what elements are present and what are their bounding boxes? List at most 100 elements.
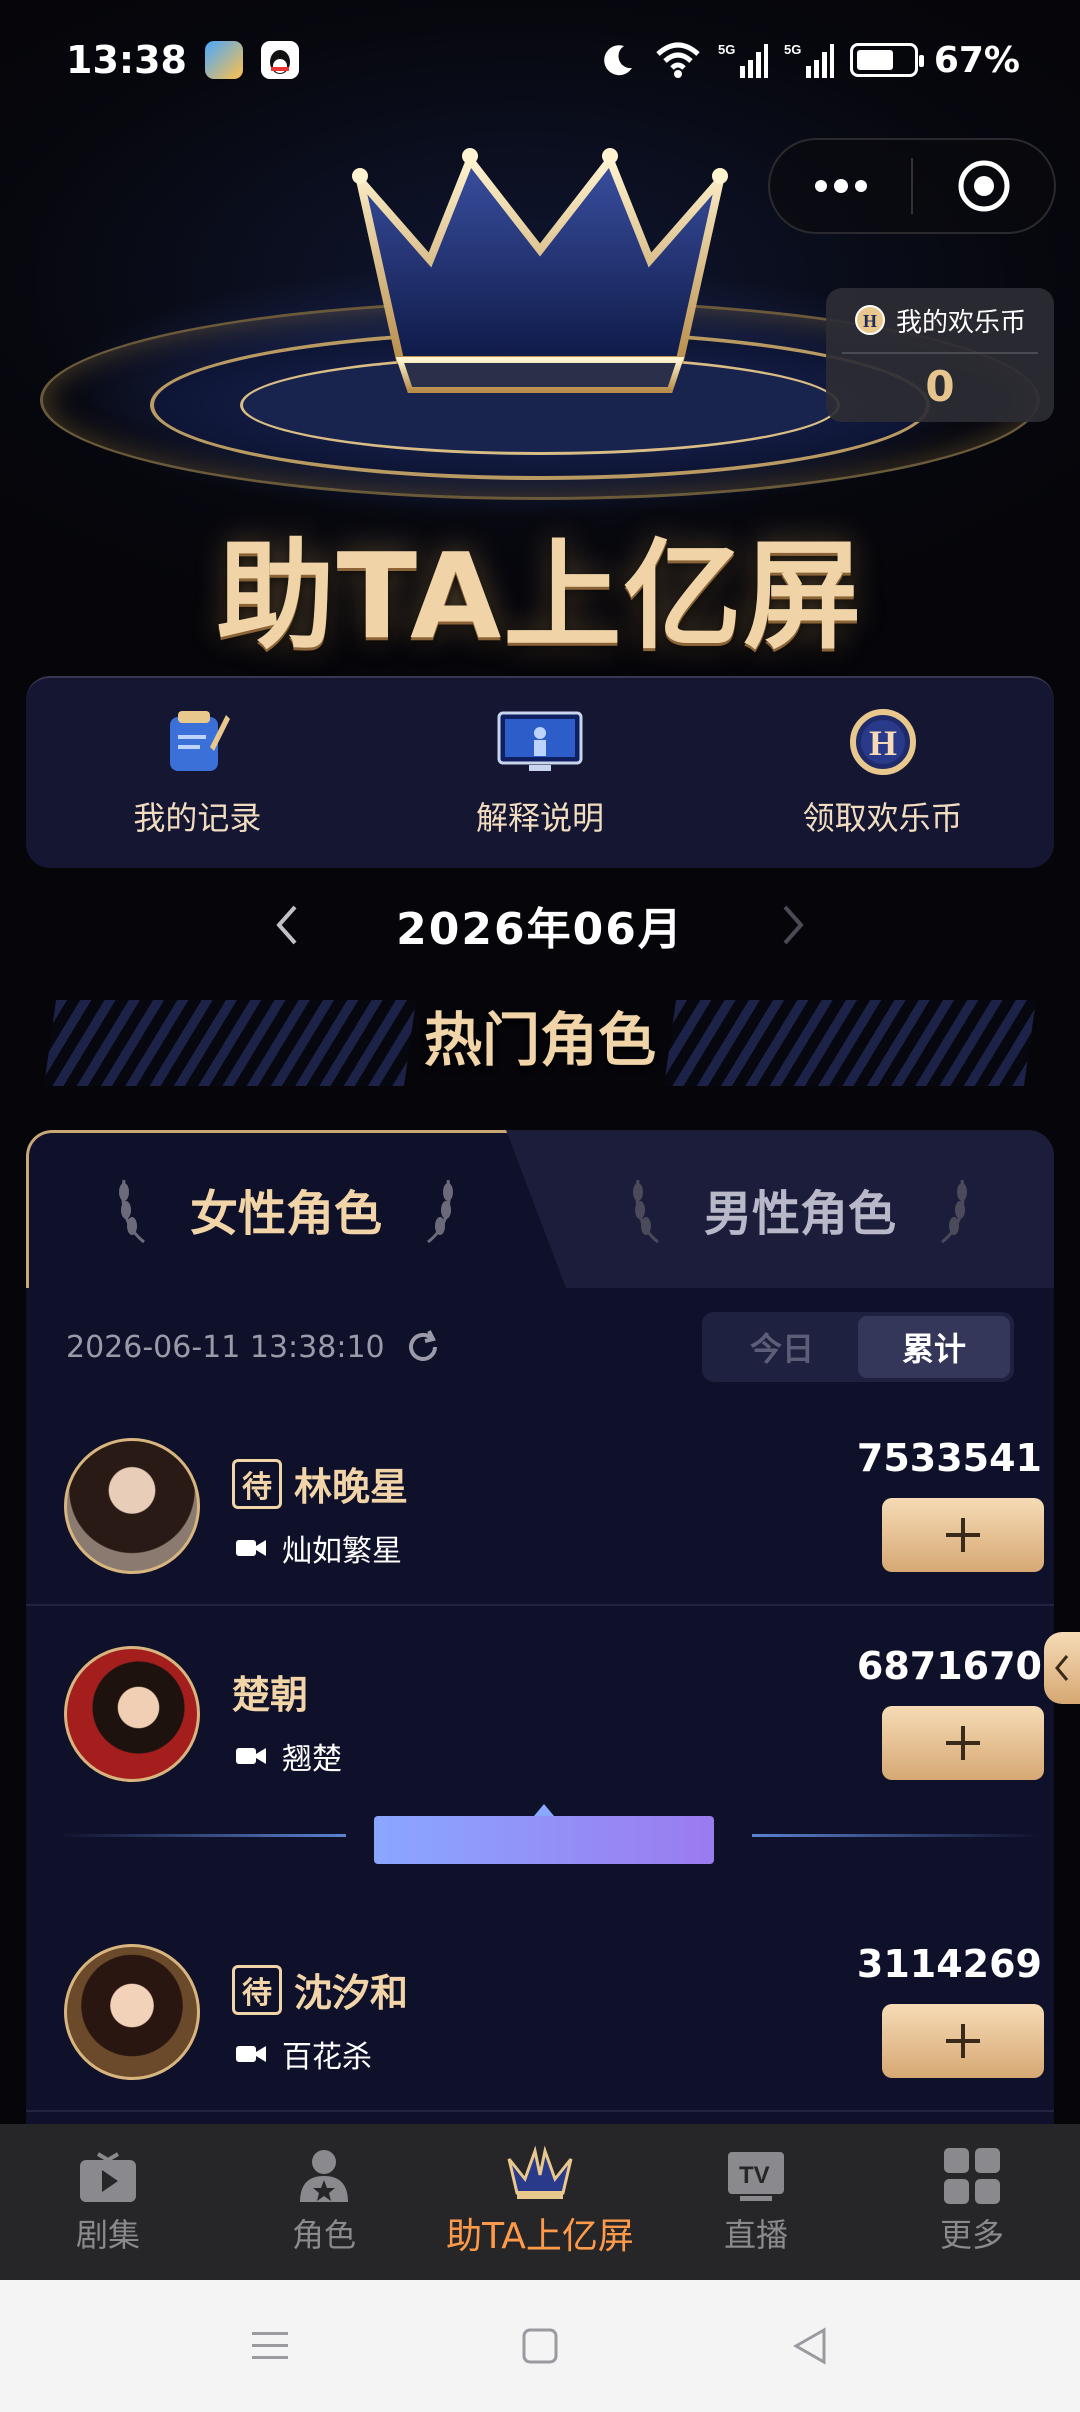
pending-badge: 待: [232, 1458, 282, 1509]
svg-text:TV: TV: [739, 2162, 770, 2189]
person-star-icon: [300, 2150, 348, 2202]
coin-balance-card[interactable]: H 我的欢乐币 0: [826, 288, 1054, 422]
update-timestamp: 2026-06-11 13:38:10: [66, 1329, 385, 1365]
hot-roles-title: 热门角色: [423, 1006, 656, 1074]
target-close-icon: [958, 160, 1009, 212]
drama-title: 百花杀: [282, 2040, 372, 2075]
status-bar: 13:38 5G 5G 67%: [0, 0, 1080, 120]
caret-up-icon: [534, 1804, 554, 1816]
role-name: 楚朝: [232, 1673, 309, 1717]
system-navigation-bar: [0, 2280, 1080, 2412]
mini-program-capsule: [768, 138, 1056, 234]
list-item[interactable]: 待 林晚星 灿如繁星 7533541: [26, 1406, 1054, 1606]
chevron-left-icon: [1055, 1655, 1069, 1681]
list-item[interactable]: 楚朝 翘楚 6871670: [26, 1614, 1054, 1814]
battery-icon: [849, 43, 924, 77]
record-icon: [170, 711, 231, 771]
role-name: 林晚星: [294, 1465, 409, 1509]
status-time: 13:38: [66, 38, 187, 82]
qq-notification-icon: [260, 41, 299, 79]
support-plus-button[interactable]: [882, 2004, 1044, 2078]
separator-line-right: [752, 1834, 1042, 1837]
signal-5g-icon: 5G: [718, 42, 768, 78]
laurel-left-icon: [118, 1179, 145, 1244]
tab-male[interactable]: 男性角色: [546, 1130, 1054, 1288]
vote-score: 6871670: [856, 1644, 1042, 1688]
crown-icon: [507, 2145, 573, 2199]
play-icon: [80, 2152, 136, 2202]
refresh-icon[interactable]: [403, 1327, 443, 1367]
nav-item-roles[interactable]: 角色: [216, 2124, 432, 2280]
chevron-right-icon: [783, 905, 804, 945]
drama-row: 翘楚: [234, 1734, 342, 1778]
support-plus-button[interactable]: [882, 1706, 1044, 1780]
video-camera-icon: [236, 2046, 266, 2062]
bottom-navigation: 剧集 角色 助TA上亿屏 TV 直播 更多: [0, 2124, 1080, 2280]
separator-banner-button[interactable]: [374, 1816, 714, 1864]
moon-icon: [604, 45, 632, 76]
coin-balance-header: H 我的欢乐币: [842, 288, 1038, 354]
segment-total[interactable]: 累计: [858, 1316, 1010, 1378]
tab-female[interactable]: 女性角色: [26, 1130, 546, 1288]
explanation-label: 解释说明: [476, 799, 605, 837]
floating-side-tab[interactable]: [1044, 1632, 1080, 1704]
support-plus-button[interactable]: [882, 1498, 1044, 1572]
coin-icon: H: [849, 709, 916, 775]
menu-icon[interactable]: [250, 2326, 290, 2366]
nav-item-boost[interactable]: 助TA上亿屏: [432, 2124, 648, 2280]
role-name: 沈汐和: [294, 1971, 409, 2015]
claim-coins-button[interactable]: H 领取欢乐币: [711, 678, 1054, 868]
svg-text:H: H: [869, 723, 897, 763]
pending-badge: 待: [232, 1964, 282, 2015]
period-segmented-control: 今日 累计: [702, 1312, 1014, 1382]
battery-percent: 67%: [933, 39, 1020, 81]
tab-male-label: 男性角色: [703, 1186, 896, 1242]
monitor-icon: [497, 711, 583, 771]
avatar: [64, 1944, 200, 2080]
my-records-label: 我的记录: [133, 799, 262, 837]
close-mini-program-button[interactable]: [913, 140, 1054, 232]
home-icon[interactable]: [520, 2326, 560, 2366]
status-icons: 5G 5G 67%: [598, 40, 1020, 81]
role-name-row: 楚朝: [232, 1664, 308, 1719]
plus-icon: [946, 1726, 980, 1760]
signal-5g-label-2: 5G: [784, 42, 801, 57]
nav-item-series[interactable]: 剧集: [0, 2124, 216, 2280]
tv-icon: TV: [728, 2152, 784, 2201]
nav-label-series: 剧集: [75, 2216, 140, 2254]
previous-month-button[interactable]: [256, 895, 316, 955]
next-month-button[interactable]: [764, 895, 824, 955]
battery-fill: [856, 50, 893, 70]
more-options-button[interactable]: [770, 140, 911, 232]
nav-item-more[interactable]: 更多: [864, 2124, 1080, 2280]
role-name-row: 待 沈汐和: [232, 1962, 408, 2017]
grid-icon: [944, 2148, 1000, 2204]
explanation-button[interactable]: 解释说明: [369, 678, 712, 868]
list-header: 2026-06-11 13:38:10 今日 累计: [26, 1288, 1054, 1406]
nav-label-boost: 助TA上亿屏: [446, 2216, 634, 2257]
drama-row: 百花杀: [234, 2032, 372, 2076]
hero-title: 助TA上亿屏: [216, 527, 864, 665]
role-name-row: 待 林晚星: [232, 1456, 408, 1511]
signal-5g-icon-2: 5G: [784, 42, 834, 78]
more-dots-icon: [814, 179, 867, 193]
gender-tabs: 女性角色 男性角色: [26, 1130, 1054, 1288]
coin-icon: H: [854, 305, 885, 335]
separator-line-left: [56, 1834, 346, 1837]
svg-text:H: H: [863, 311, 877, 331]
avatar: [64, 1438, 200, 1574]
laurel-right-icon: [941, 1179, 967, 1244]
wifi-icon: [656, 42, 700, 78]
tab-female-label: 女性角色: [189, 1186, 382, 1242]
plus-icon: [946, 2024, 980, 2058]
segment-today[interactable]: 今日: [706, 1316, 858, 1378]
back-icon[interactable]: [790, 2326, 830, 2366]
list-item[interactable]: 待 沈汐和 百花杀 3114269: [26, 1912, 1054, 2112]
avatar: [64, 1646, 200, 1782]
nav-item-live[interactable]: TV 直播: [648, 2124, 864, 2280]
coin-balance-value: 0: [925, 362, 955, 411]
laurel-right-icon: [427, 1179, 453, 1244]
nav-label-more: 更多: [939, 2216, 1004, 2254]
my-records-button[interactable]: 我的记录: [26, 678, 369, 868]
shortcut-panel: 我的记录 解释说明 H 领取欢乐币: [26, 676, 1054, 868]
